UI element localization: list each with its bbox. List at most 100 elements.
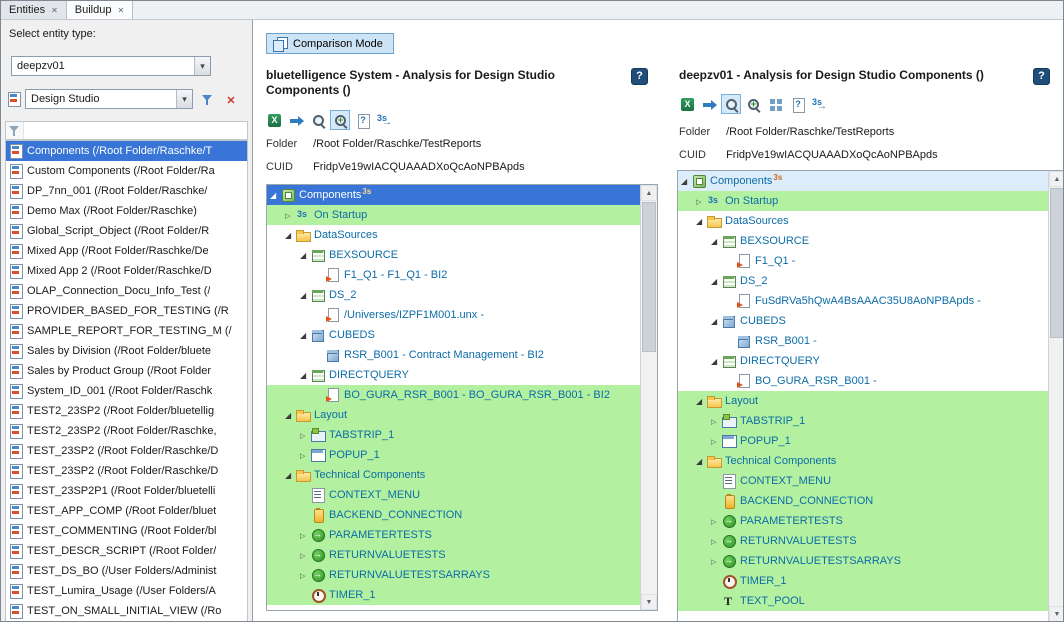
tree-item[interactable]: CONTEXT_MENU <box>678 471 1048 491</box>
tree-item[interactable]: RSR_B001 - Contract Management - BI2 <box>267 345 640 365</box>
tree-item[interactable]: Layout <box>267 405 640 425</box>
tree-item[interactable]: POPUP_1 <box>678 431 1048 451</box>
expander-icon[interactable] <box>300 571 311 580</box>
scroll-thumb[interactable] <box>1050 188 1063 338</box>
entity-list-item[interactable]: TEST2_23SP2 (/Root Folder/bluetellig <box>6 401 247 421</box>
clear-filter-button[interactable] <box>221 89 241 109</box>
transfer-icon[interactable] <box>699 94 719 114</box>
entity-list-item[interactable]: TEST_23SP2P1 (/Root Folder/bluetelli <box>6 481 247 501</box>
system-combobox[interactable]: deepzv01 <box>11 56 211 76</box>
expander-icon[interactable] <box>300 451 311 460</box>
entity-list-item[interactable]: DP_7nn_001 (/Root Folder/Raschke/ <box>6 181 247 201</box>
zoom-icon[interactable] <box>308 110 328 130</box>
entity-filter-input[interactable] <box>24 122 247 139</box>
entity-list-item[interactable]: Demo Max (/Root Folder/Raschke) <box>6 201 247 221</box>
vertical-scrollbar[interactable] <box>1048 171 1063 621</box>
tree-item[interactable]: F1_Q1 - <box>678 251 1048 271</box>
entity-list-item[interactable]: TEST_COMMENTING (/Root Folder/bl <box>6 521 247 541</box>
entity-list-item[interactable]: TEST2_23SP2 (/Root Folder/Raschke, <box>6 421 247 441</box>
expander-icon[interactable] <box>285 471 296 480</box>
entity-list-item[interactable]: Mixed App (/Root Folder/Raschke/De <box>6 241 247 261</box>
scroll-up-icon[interactable] <box>1049 171 1063 187</box>
filter-edit-button[interactable] <box>197 89 217 109</box>
expander-icon[interactable] <box>711 437 722 446</box>
tree-item[interactable]: TEXT_POOL <box>678 591 1048 611</box>
expander-icon[interactable] <box>711 537 722 546</box>
expander-icon[interactable] <box>300 371 311 380</box>
entity-list-item[interactable]: TEST_DS_BO (/User Folders/Administ <box>6 561 247 581</box>
tree-item[interactable]: DIRECTQUERY <box>267 365 640 385</box>
expander-icon[interactable] <box>711 277 722 286</box>
expander-icon[interactable] <box>696 457 707 466</box>
zoom-icon[interactable] <box>721 94 741 114</box>
expander-icon[interactable] <box>300 531 311 540</box>
expander-icon[interactable] <box>696 217 707 226</box>
entity-list-item[interactable]: OLAP_Connection_Docu_Info_Test (/ <box>6 281 247 301</box>
entity-type-combobox[interactable]: Design Studio <box>25 89 193 109</box>
tree-item[interactable]: BO_GURA_RSR_B001 - BO_GURA_RSR_B001 - BI… <box>267 385 640 405</box>
entity-list-item[interactable]: Custom Components (/Root Folder/Ra <box>6 161 247 181</box>
expander-icon[interactable] <box>300 551 311 560</box>
entity-list-item[interactable]: Global_Script_Object (/Root Folder/R <box>6 221 247 241</box>
grid-icon[interactable] <box>765 94 785 114</box>
scroll-down-icon[interactable] <box>1049 606 1063 621</box>
tree-item[interactable]: PARAMETERTESTS <box>678 511 1048 531</box>
tree-item[interactable]: Layout <box>678 391 1048 411</box>
scroll-up-icon[interactable] <box>641 185 657 201</box>
tree-item[interactable]: TABSTRIP_1 <box>267 425 640 445</box>
tree-item[interactable]: RETURNVALUETESTSARRAYS <box>678 551 1048 571</box>
tree-item[interactable]: TIMER_1 <box>678 571 1048 591</box>
tree-item[interactable]: BEXSOURCE <box>678 231 1048 251</box>
excel-export-icon[interactable] <box>677 94 697 114</box>
tree-item[interactable]: BEXSOURCE <box>267 245 640 265</box>
tree-item[interactable]: TIMER_1 <box>267 585 640 605</box>
tree-item[interactable]: DS_2 <box>678 271 1048 291</box>
tree-item[interactable]: CUBEDS <box>267 325 640 345</box>
tree-item[interactable]: PARAMETERTESTS <box>267 525 640 545</box>
entity-list-item[interactable]: TEST_Lumira_Usage (/User Folders/A <box>6 581 247 601</box>
entity-list-item[interactable]: TEST_ON_SMALL_INITIAL_VIEW (/Ro <box>6 601 247 621</box>
tree-item[interactable]: RETURNVALUETESTSARRAYS <box>267 565 640 585</box>
help-doc-icon[interactable] <box>787 94 807 114</box>
expander-icon[interactable] <box>300 251 311 260</box>
comparison-mode-button[interactable]: Comparison Mode <box>266 33 394 54</box>
entity-list-item[interactable]: Components (/Root Folder/Raschke/T <box>6 141 247 161</box>
tree-item[interactable]: DS_2 <box>267 285 640 305</box>
expander-icon[interactable] <box>285 411 296 420</box>
tab-close-icon[interactable] <box>117 4 124 16</box>
expander-icon[interactable] <box>711 317 722 326</box>
tree-item[interactable]: TABSTRIP_1 <box>678 411 1048 431</box>
entity-list-item[interactable]: TEST_DESCR_SCRIPT (/Root Folder/ <box>6 541 247 561</box>
expander-icon[interactable] <box>300 331 311 340</box>
zoom-in-icon[interactable] <box>743 94 763 114</box>
expander-icon[interactable] <box>711 357 722 366</box>
tree-item[interactable]: RETURNVALUETESTS <box>267 545 640 565</box>
tree-item[interactable]: RSR_B001 - <box>678 331 1048 351</box>
scroll-down-icon[interactable] <box>641 594 657 610</box>
tree-item[interactable]: On Startup <box>267 205 640 225</box>
tree-item[interactable]: Technical Components <box>267 465 640 485</box>
entity-list-item[interactable]: TEST_APP_COMP (/Root Folder/bluet <box>6 501 247 521</box>
tree-item[interactable]: Components 3s <box>267 185 640 205</box>
zoom-in-icon[interactable] <box>330 110 350 130</box>
chevron-down-icon[interactable] <box>176 90 192 108</box>
tree-item[interactable]: CONTEXT_MENU <box>267 485 640 505</box>
tree-item[interactable]: DataSources <box>267 225 640 245</box>
document-tab[interactable]: Buildup <box>67 1 133 19</box>
expander-icon[interactable] <box>711 237 722 246</box>
entity-list-item[interactable]: System_ID_001 (/Root Folder/Raschk <box>6 381 247 401</box>
chevron-down-icon[interactable] <box>194 57 210 75</box>
expander-icon[interactable] <box>711 417 722 426</box>
entity-list-item[interactable]: Sales by Product Group (/Root Folder <box>6 361 247 381</box>
refresh-3s-icon[interactable] <box>374 110 394 130</box>
expander-icon[interactable] <box>696 197 707 206</box>
tree-item[interactable]: Components 3s <box>678 171 1048 191</box>
tab-close-icon[interactable] <box>51 4 58 16</box>
entity-list-item[interactable]: PROVIDER_BASED_FOR_TESTING (/R <box>6 301 247 321</box>
tree-item[interactable]: FuSdRVa5hQwA4BsAAAC35U8AoNPBApds - <box>678 291 1048 311</box>
expander-icon[interactable] <box>711 557 722 566</box>
tree-item[interactable]: CUBEDS <box>678 311 1048 331</box>
entity-list-item[interactable]: TEST_23SP2 (/Root Folder/Raschke/D <box>6 461 247 481</box>
tree-item[interactable]: Technical Components <box>678 451 1048 471</box>
entity-list-item[interactable]: TEST_23SP2 (/Root Folder/Raschke/D <box>6 441 247 461</box>
